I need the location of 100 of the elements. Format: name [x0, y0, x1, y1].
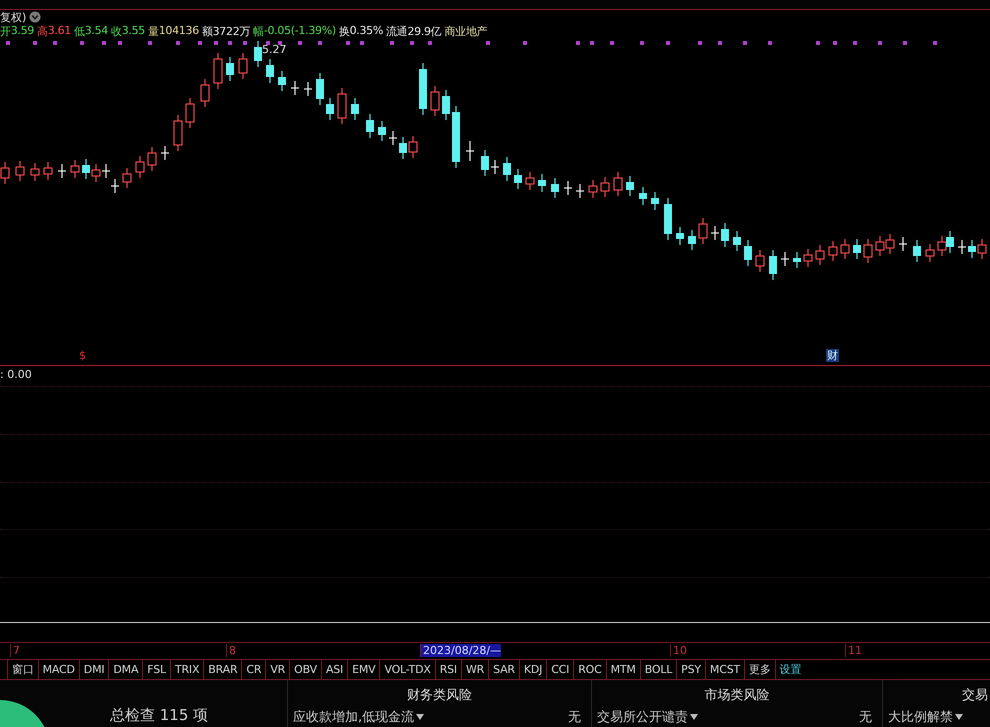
risk-result: 无: [568, 709, 581, 726]
indicator-tab[interactable]: CR: [242, 660, 266, 679]
candlestick: [254, 40, 262, 68]
candlestick: [651, 192, 659, 210]
candlestick: [780, 252, 790, 266]
candlestick: [664, 198, 672, 240]
quote-label: 换: [338, 24, 350, 39]
date-axis-label: 11: [845, 644, 862, 657]
candlestick: [676, 226, 684, 246]
indicator-tab[interactable]: DMA: [109, 660, 144, 679]
event-marker[interactable]: $: [78, 349, 87, 362]
indicator-tab[interactable]: BOLL: [640, 660, 678, 679]
indicator-tab[interactable]: KDJ: [520, 660, 548, 679]
candlestick: [978, 238, 986, 260]
candlestick: [226, 56, 234, 82]
indicator-tab[interactable]: ROC: [574, 660, 607, 679]
candlestick: [688, 230, 696, 250]
candlestick: [399, 136, 407, 160]
candlestick: [174, 114, 182, 152]
price-adjust-label: 复权): [0, 10, 26, 24]
candlestick: [452, 106, 460, 168]
candlestick: [214, 52, 222, 90]
quote-value: 3.61: [48, 24, 71, 39]
date-axis-label: 8: [226, 644, 236, 657]
candlestick: [588, 180, 598, 198]
indicator-tab[interactable]: WR: [462, 660, 490, 679]
quote-label: 收: [111, 24, 122, 39]
candlestick: [958, 240, 966, 254]
caret-icon: [690, 714, 698, 720]
quote-value: 3.55: [122, 24, 145, 39]
candlestick: [30, 162, 40, 182]
quote-label: 高: [37, 24, 48, 39]
indicator-tab[interactable]: 更多: [745, 660, 776, 679]
indicator-tab[interactable]: SAR: [489, 660, 520, 679]
indicator-tab[interactable]: VR: [266, 660, 290, 679]
candlestick: [710, 226, 720, 240]
candlestick: [538, 174, 546, 192]
date-axis-label: 7: [10, 644, 20, 657]
quote-label: 幅: [253, 24, 264, 39]
candlestick: [626, 176, 634, 196]
indicator-tab[interactable]: BRAR: [204, 660, 242, 679]
indicator-tab[interactable]: PSY: [677, 660, 706, 679]
candlestick: [200, 78, 210, 108]
quote-label: 流通: [386, 24, 408, 39]
indicator-tab[interactable]: ASI: [322, 660, 348, 679]
candlestick: [58, 164, 66, 178]
indicator-tab[interactable]: FSL: [143, 660, 171, 679]
candlestick: [886, 234, 894, 254]
quote-label: 额: [202, 24, 213, 39]
candlestick: [351, 98, 359, 120]
indicator-tab[interactable]: EMV: [348, 660, 380, 679]
event-marker[interactable]: 财: [826, 349, 839, 362]
candlestick: [110, 178, 120, 194]
candlestick: [388, 130, 398, 146]
candlestick: [430, 86, 440, 116]
candlestick: [338, 88, 346, 124]
risk-item-dropdown[interactable]: 大比例解禁: [888, 708, 963, 726]
indicator-tab[interactable]: OBV: [290, 660, 322, 679]
candlestick: [266, 58, 274, 84]
candlestick: [853, 238, 861, 260]
quote-value: -0.05(-1.39%): [264, 24, 336, 39]
indicator-tab[interactable]: VOL-TDX: [380, 660, 436, 679]
candlestick: [840, 238, 850, 260]
quote-value: 0.35%: [350, 24, 384, 39]
indicator-tab[interactable]: CCI: [547, 660, 574, 679]
indicator-tab[interactable]: RSI: [436, 660, 462, 679]
risk-item-dropdown[interactable]: 应收款增加,低现金流: [293, 708, 424, 726]
quote-label: 商业地产: [444, 24, 488, 39]
candlestick: [804, 248, 812, 268]
risk-result: 无: [859, 709, 872, 726]
candlestick: [481, 150, 489, 176]
candlestick: [316, 72, 324, 106]
candlestick: [744, 240, 752, 266]
indicator-tab[interactable]: MCST: [706, 660, 745, 679]
risk-item-dropdown[interactable]: 交易所公开谴责: [597, 708, 698, 726]
indicator-tab[interactable]: 窗口: [8, 660, 39, 679]
quote-value: 3722万: [212, 24, 250, 39]
indicator-tab[interactable]: MTM: [606, 660, 641, 679]
dropdown-icon[interactable]: [29, 11, 42, 23]
caret-icon: [955, 714, 963, 720]
indicator-tab[interactable]: 设置: [776, 660, 806, 679]
candlestick: [366, 114, 374, 138]
candlestick: [304, 82, 312, 96]
indicator-tab[interactable]: TRIX: [170, 660, 204, 679]
candlestick: [564, 180, 572, 196]
candlestick: [968, 240, 976, 258]
candlestick: [419, 62, 427, 116]
high-price-label: 5.27: [262, 43, 286, 56]
risk-summary: 总检查 115 项: [110, 706, 208, 725]
risk-category-title: 交易: [961, 687, 989, 705]
date-axis-label: 10: [670, 644, 687, 657]
indicator-tab[interactable]: MACD: [38, 660, 80, 679]
quote-value: 3.59: [10, 24, 34, 39]
indicator-tab[interactable]: DMI: [80, 660, 110, 679]
candlestick: [864, 238, 872, 264]
quote-label: 量: [148, 24, 159, 39]
caret-icon: [416, 714, 424, 720]
risk-category-title: 财务类风险: [406, 687, 473, 705]
candlestick: [16, 160, 24, 182]
quote-value: 3.54: [84, 24, 108, 39]
